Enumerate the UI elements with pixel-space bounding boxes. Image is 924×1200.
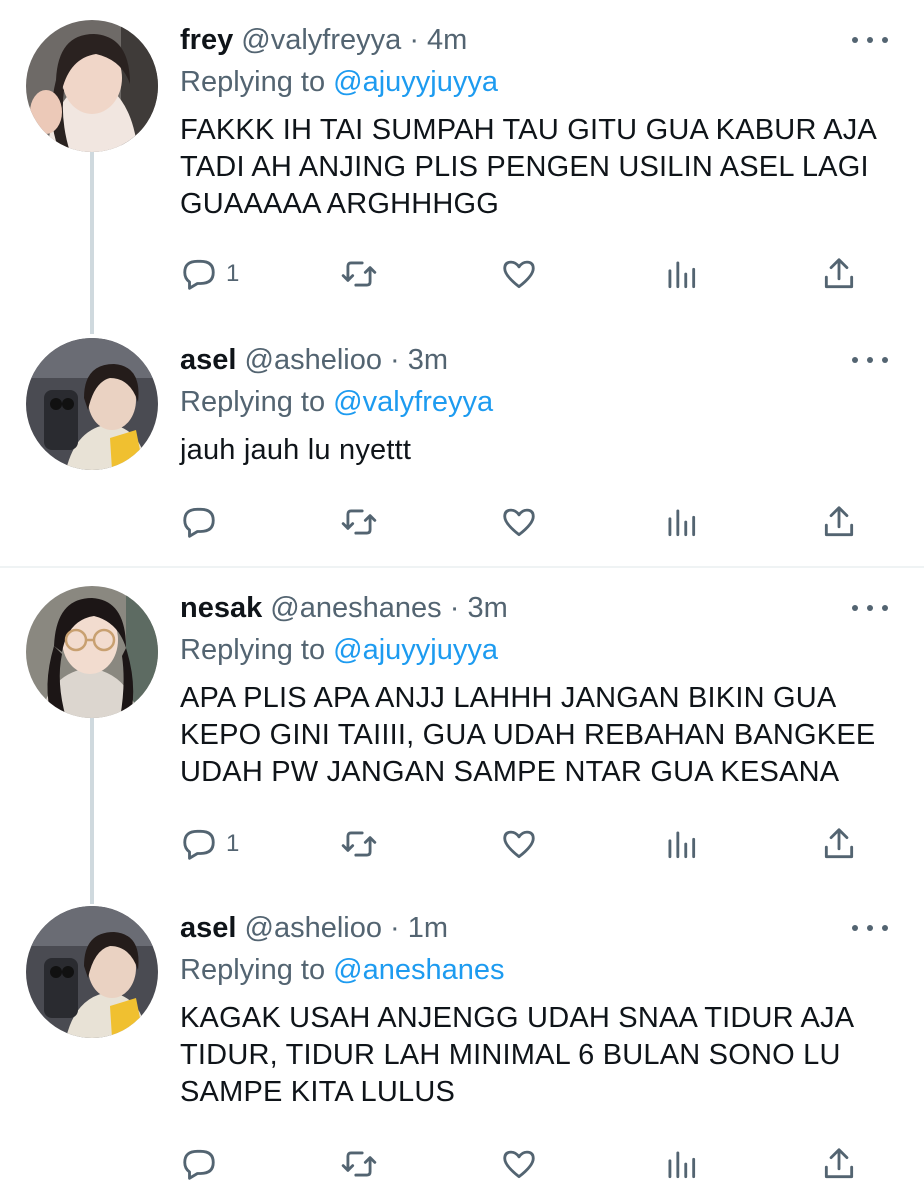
share-icon xyxy=(824,828,854,859)
separator-dot: · xyxy=(449,592,460,624)
heart-icon xyxy=(503,1150,535,1179)
avatar[interactable] xyxy=(26,338,158,470)
tweet-header: asel @ashelioo · 3m xyxy=(180,342,448,378)
tweet-header: asel @ashelioo · 1m xyxy=(180,910,448,946)
like-button[interactable] xyxy=(500,1144,538,1184)
tweet[interactable]: asel @ashelioo · 3m Replying to @valyfre… xyxy=(0,320,924,566)
replying-to: Replying to @ajuyyjuyya xyxy=(180,64,498,100)
retweet-button[interactable] xyxy=(340,1144,378,1184)
reply-button[interactable]: 1 xyxy=(180,254,239,294)
avatar-asel-image xyxy=(26,906,158,1038)
reply-icon xyxy=(183,829,215,860)
share-icon xyxy=(824,506,854,537)
user-handle[interactable]: @ashelioo xyxy=(245,912,382,944)
user-handle[interactable]: @valyfreyya xyxy=(241,24,401,56)
mention-link[interactable]: @ajuyyjuyya xyxy=(333,634,498,666)
avatar[interactable] xyxy=(26,906,158,1038)
user-handle[interactable]: @ashelioo xyxy=(245,344,382,376)
share-button[interactable] xyxy=(820,1144,858,1184)
timestamp[interactable]: 1m xyxy=(408,912,448,944)
timestamp[interactable]: 3m xyxy=(408,344,448,376)
replying-to: Replying to @aneshanes xyxy=(180,952,505,988)
analytics-icon xyxy=(668,509,696,537)
analytics-button[interactable] xyxy=(662,502,700,542)
display-name[interactable]: asel xyxy=(180,344,236,376)
avatar[interactable] xyxy=(26,20,158,152)
analytics-icon xyxy=(668,261,696,289)
tweet[interactable]: nesak @aneshanes · 3m Replying to @ajuyy… xyxy=(0,568,924,898)
timestamp[interactable]: 3m xyxy=(467,592,507,624)
analytics-button[interactable] xyxy=(662,824,700,864)
share-button[interactable] xyxy=(820,502,858,542)
tweet-header: nesak @aneshanes · 3m xyxy=(180,590,508,626)
like-button[interactable] xyxy=(500,502,538,542)
reply-count: 1 xyxy=(226,260,240,287)
more-options-icon[interactable] xyxy=(852,598,888,618)
avatar-nesak-image xyxy=(26,586,158,718)
reply-count: 1 xyxy=(226,830,240,857)
tweet-text: FAKKK IH TAI SUMPAH TAU GITU GUA KABUR A… xyxy=(180,114,876,220)
reply-icon xyxy=(183,507,215,538)
share-button[interactable] xyxy=(820,824,858,864)
tweet[interactable]: frey @valyfreyya · 4m Replying to @ajuyy… xyxy=(0,0,924,330)
like-button[interactable] xyxy=(500,254,538,294)
more-options-icon[interactable] xyxy=(852,30,888,50)
mention-link[interactable]: @valyfreyya xyxy=(333,386,493,418)
mention-link[interactable]: @ajuyyjuyya xyxy=(333,66,498,98)
reply-icon xyxy=(183,259,215,290)
timestamp[interactable]: 4m xyxy=(427,24,467,56)
avatar-asel-image xyxy=(26,338,158,470)
like-button[interactable] xyxy=(500,824,538,864)
retweet-button[interactable] xyxy=(340,824,378,864)
retweet-icon xyxy=(341,831,377,857)
avatar[interactable] xyxy=(26,586,158,718)
replying-to-label: Replying to xyxy=(180,634,326,666)
retweet-icon xyxy=(341,509,377,535)
action-bar xyxy=(180,1144,880,1184)
analytics-button[interactable] xyxy=(662,1144,700,1184)
share-button[interactable] xyxy=(820,254,858,294)
analytics-button[interactable] xyxy=(662,254,700,294)
replying-to: Replying to @valyfreyya xyxy=(180,384,493,420)
tweet-text: APA PLIS APA ANJJ LAHHH JANGAN BIKIN GUA… xyxy=(180,682,876,788)
retweet-button[interactable] xyxy=(340,254,378,294)
mention-link[interactable]: @aneshanes xyxy=(333,954,504,986)
action-bar xyxy=(180,502,880,542)
retweet-icon xyxy=(341,1151,377,1177)
action-bar: 1 xyxy=(180,824,880,864)
reply-icon xyxy=(183,1149,215,1180)
replying-to-label: Replying to xyxy=(180,66,326,98)
retweet-icon xyxy=(341,261,377,287)
heart-icon xyxy=(503,260,535,289)
retweet-button[interactable] xyxy=(340,502,378,542)
heart-icon xyxy=(503,508,535,537)
more-options-icon[interactable] xyxy=(852,350,888,370)
analytics-icon xyxy=(668,831,696,859)
reply-button[interactable] xyxy=(180,1144,226,1184)
display-name[interactable]: asel xyxy=(180,912,236,944)
avatar-frey-image xyxy=(26,20,158,152)
display-name[interactable]: frey xyxy=(180,24,233,56)
replying-to: Replying to @ajuyyjuyya xyxy=(180,632,498,668)
tweet-text: jauh jauh lu nyettt xyxy=(180,434,412,466)
more-options-icon[interactable] xyxy=(852,918,888,938)
tweet-text: KAGAK USAH ANJENGG UDAH SNAA TIDUR AJA T… xyxy=(180,1002,853,1108)
analytics-icon xyxy=(668,1151,696,1179)
action-bar: 1 xyxy=(180,254,880,294)
separator-dot: · xyxy=(409,24,419,56)
reply-button[interactable] xyxy=(180,502,226,542)
replying-to-label: Replying to xyxy=(180,954,326,986)
tweet[interactable]: asel @ashelioo · 1m Replying to @aneshan… xyxy=(0,888,924,1200)
separator-dot: · xyxy=(390,912,400,944)
heart-icon xyxy=(503,830,535,859)
share-icon xyxy=(824,258,854,289)
reply-button[interactable]: 1 xyxy=(180,824,239,864)
share-icon xyxy=(824,1148,854,1179)
separator-dot: · xyxy=(390,344,400,376)
replying-to-label: Replying to xyxy=(180,386,326,418)
user-handle[interactable]: @aneshanes xyxy=(270,592,441,624)
display-name[interactable]: nesak xyxy=(180,592,262,624)
tweet-header: frey @valyfreyya · 4m xyxy=(180,22,467,58)
